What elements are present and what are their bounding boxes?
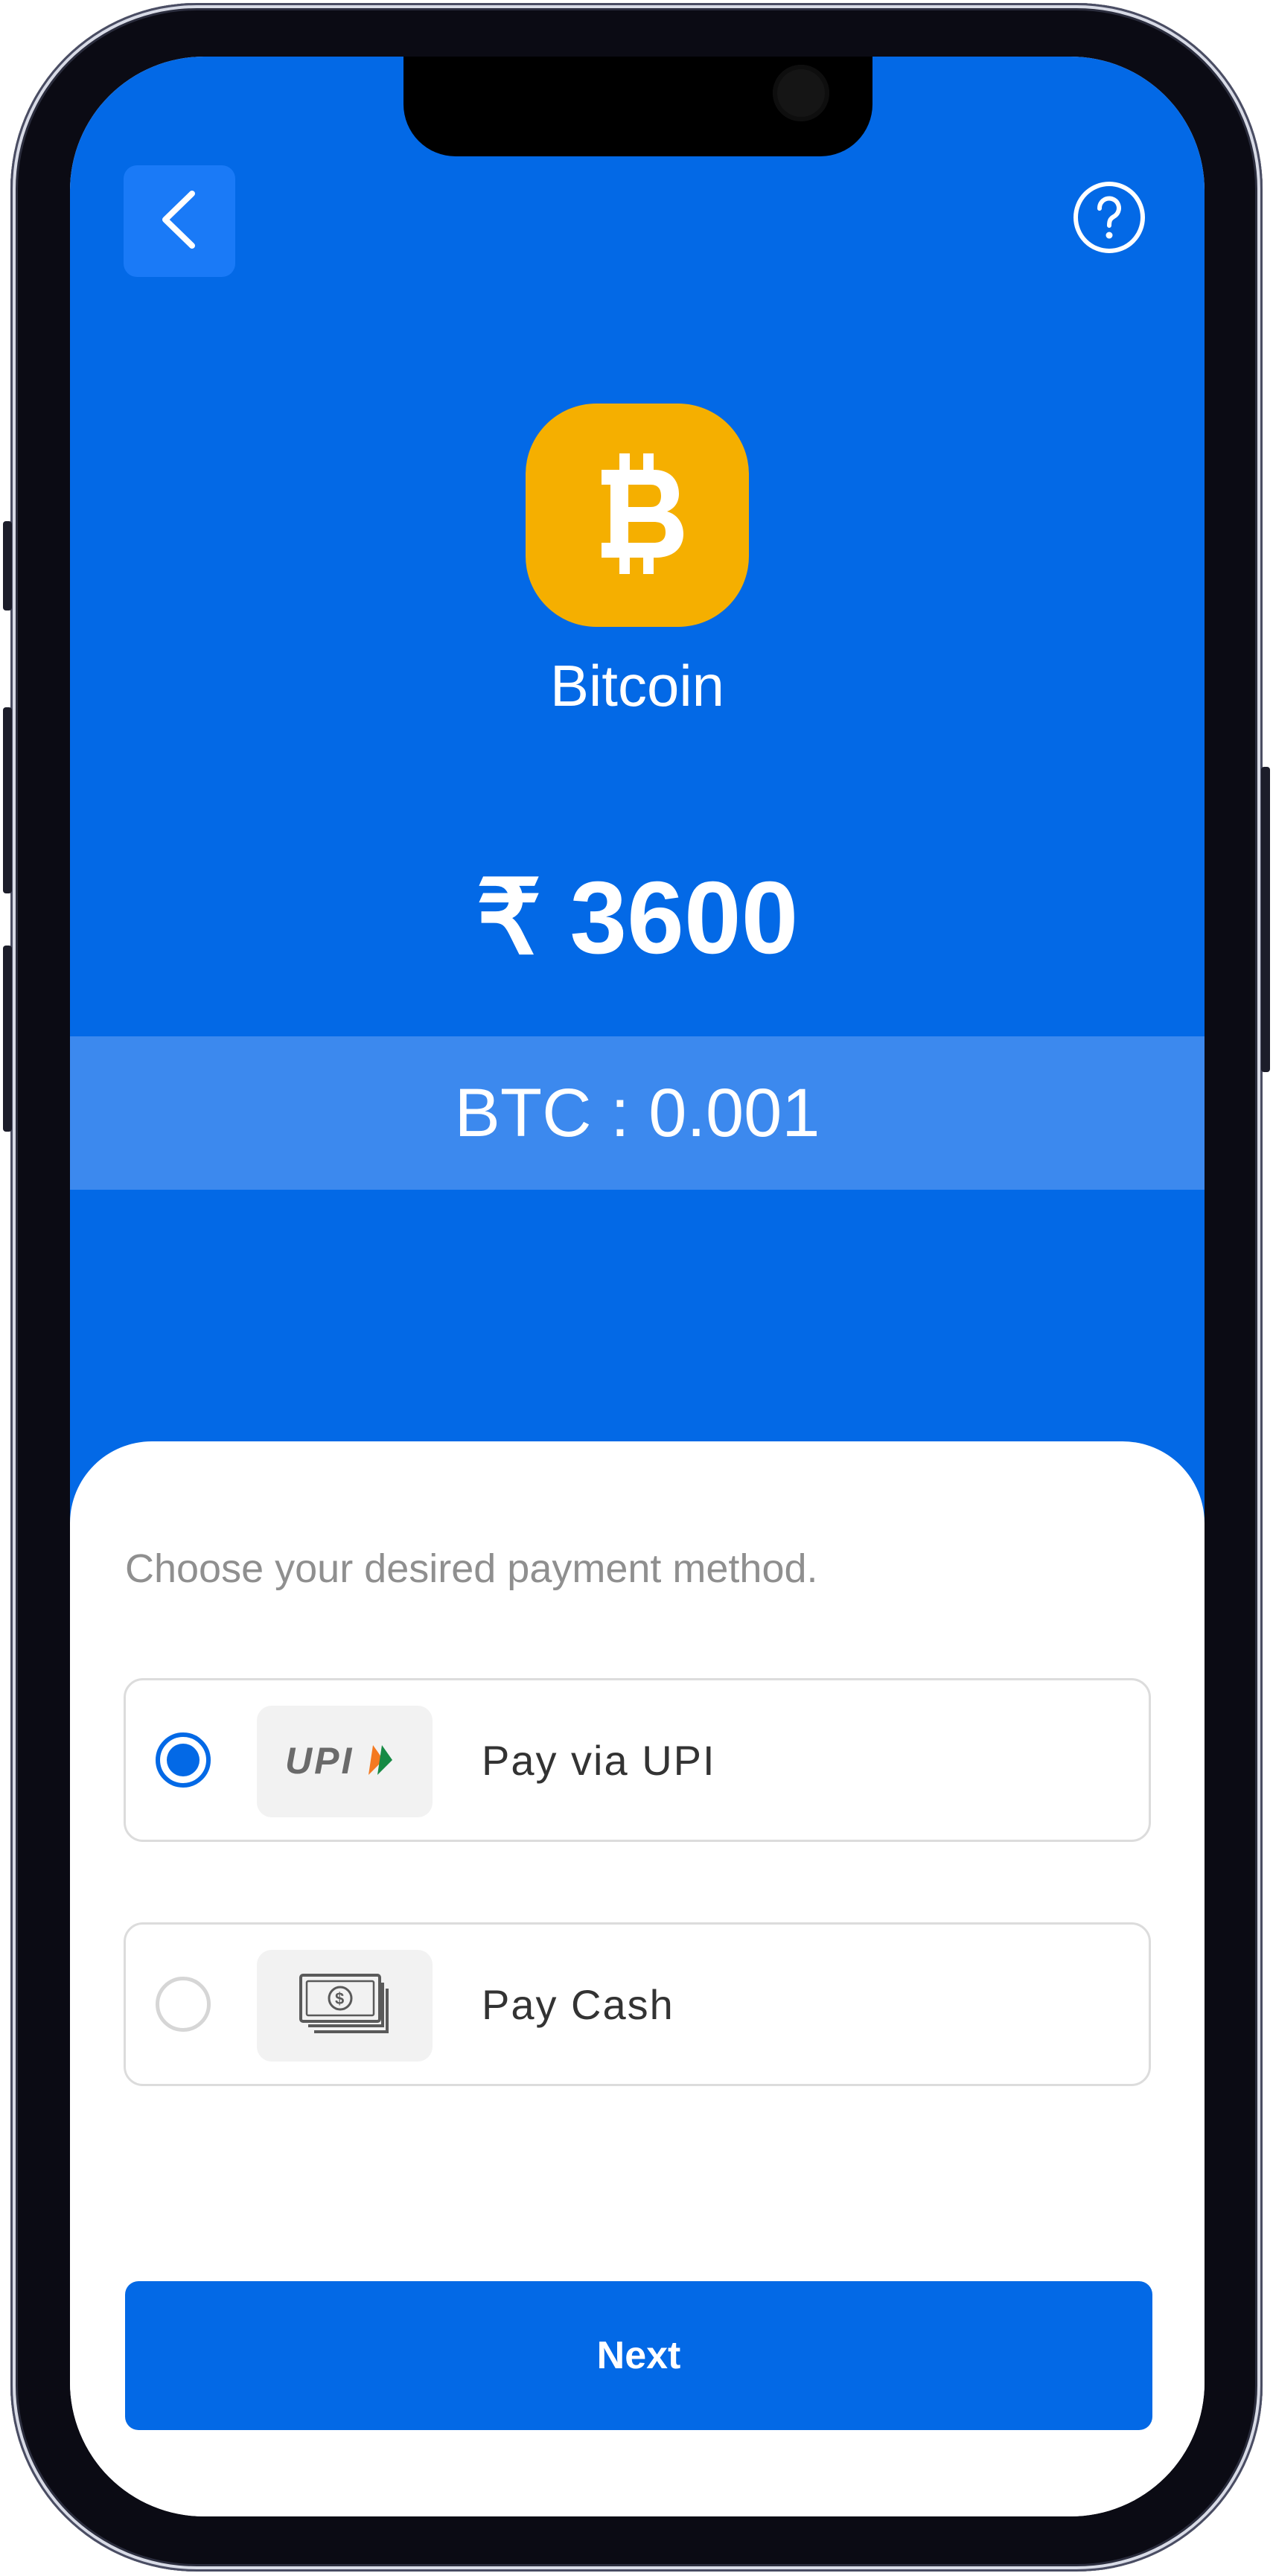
- bitcoin-logo-tile: [526, 404, 749, 627]
- svg-text:UPI: UPI: [285, 1740, 354, 1782]
- radio-upi-selected[interactable]: [156, 1732, 211, 1788]
- bitcoin-icon: [585, 450, 689, 581]
- power-button: [1261, 767, 1270, 1072]
- next-button[interactable]: Next: [125, 2281, 1152, 2430]
- payment-sheet: Choose your desired payment method. UPI …: [70, 1441, 1205, 2516]
- question-circle-icon: [1072, 180, 1146, 258]
- phone-screen: Bitcoin ₹3600 BTC : 0.001 Choose your de…: [70, 57, 1205, 2516]
- payment-option-cash[interactable]: $ Pay Cash: [124, 1922, 1151, 2086]
- payment-option-label: Pay via UPI: [482, 1736, 716, 1784]
- price-amount: ₹3600: [70, 858, 1205, 978]
- silent-switch: [3, 521, 12, 610]
- btc-conversion-label: BTC : 0.001: [454, 1074, 820, 1151]
- cash-icon-box: $: [257, 1950, 433, 2062]
- payment-option-label: Pay Cash: [482, 1980, 674, 2028]
- payment-option-upi[interactable]: UPI Pay via UPI: [124, 1678, 1151, 1842]
- chevron-left-icon: [153, 186, 205, 257]
- cash-icon: $: [296, 1971, 393, 2041]
- upi-logo-icon: UPI: [285, 1738, 404, 1786]
- asset-name: Bitcoin: [549, 653, 725, 718]
- amount-value: 3600: [570, 861, 799, 975]
- volume-up-button: [3, 707, 12, 893]
- upi-logo-box: UPI: [257, 1706, 433, 1817]
- svg-text:$: $: [335, 1989, 344, 2008]
- currency-symbol: ₹: [476, 861, 542, 975]
- notch: [403, 57, 872, 156]
- radio-cash-unselected[interactable]: [156, 1977, 211, 2032]
- volume-down-button: [3, 946, 12, 1132]
- payment-prompt: Choose your desired payment method.: [125, 1546, 818, 1591]
- help-button[interactable]: [1072, 180, 1146, 258]
- front-camera: [773, 65, 829, 121]
- crypto-conversion-band: BTC : 0.001: [70, 1036, 1205, 1190]
- hero-section: Bitcoin ₹3600 BTC : 0.001: [70, 57, 1205, 1546]
- back-button[interactable]: [124, 165, 235, 277]
